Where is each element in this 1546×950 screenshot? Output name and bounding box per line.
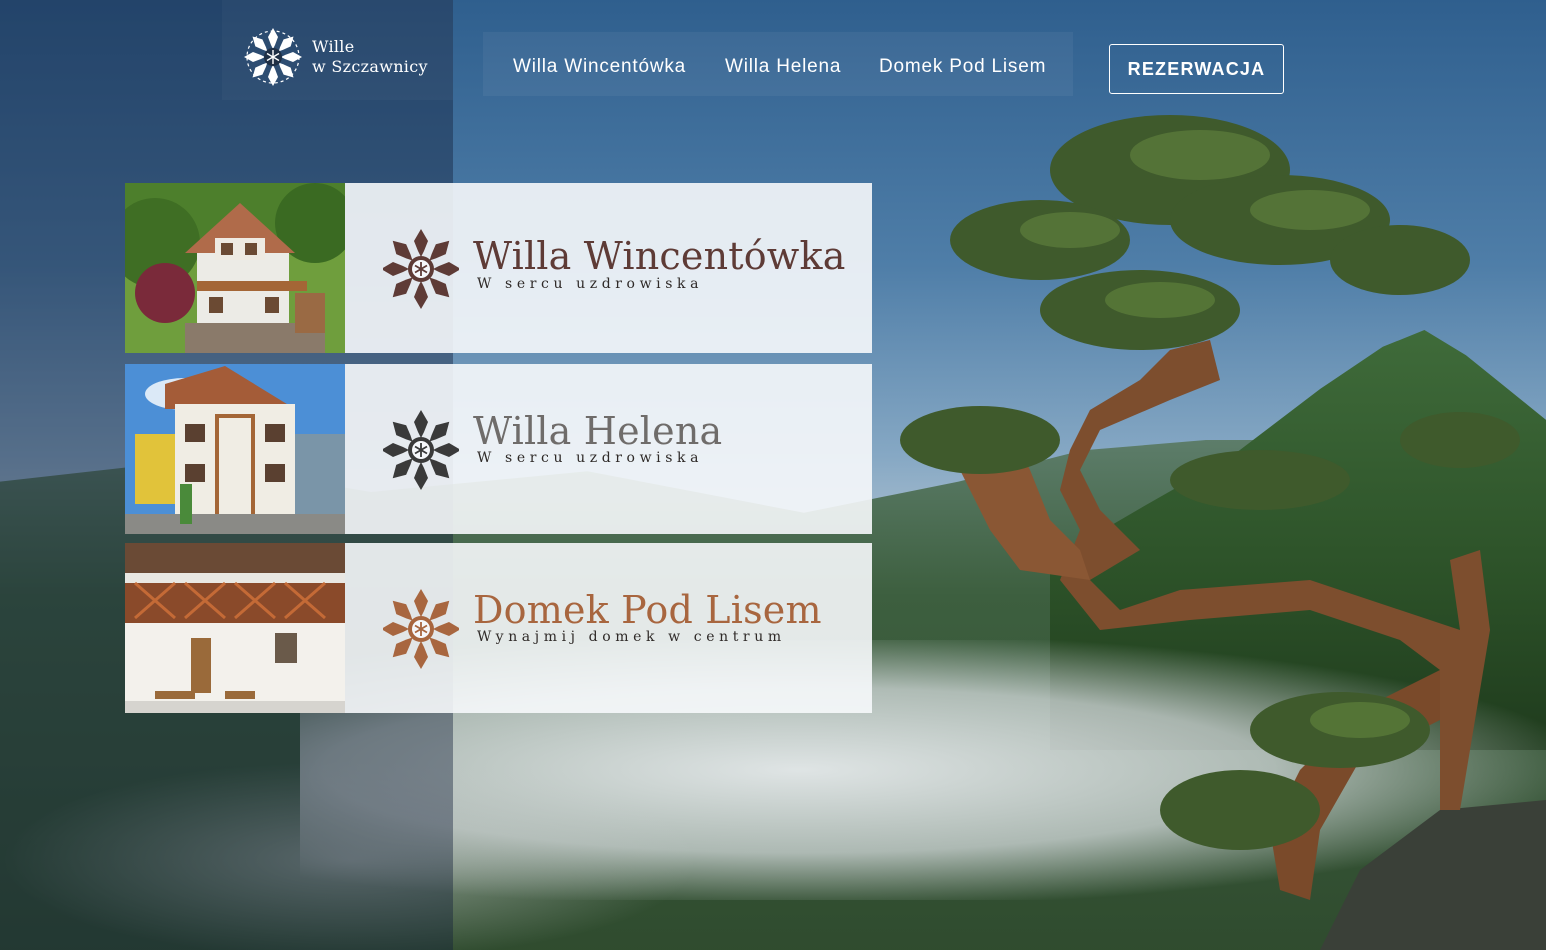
logo-line-2: w Szczawnicy: [312, 57, 428, 76]
villa-panel-wincentowka: Willa Wincentówka W sercu uzdrowiska: [345, 183, 872, 353]
reservation-button[interactable]: REZERWACJA: [1109, 44, 1284, 94]
pine-tree-illustration: [900, 115, 1546, 950]
logo-text: Wille w Szczawnicy: [312, 37, 428, 77]
villa-panel-domek-pod-lisem: Domek Pod Lisem Wynajmij domek w centrum: [345, 543, 872, 713]
villa-tagline: W sercu uzdrowiska: [477, 450, 704, 466]
villa-title: Willa Helena: [473, 409, 723, 453]
villa-photo-wincentowka: [125, 183, 345, 353]
site-logo[interactable]: Wille w Szczawnicy: [242, 24, 428, 90]
snowflake-ornament-icon: [383, 589, 459, 669]
snowflake-ornament-icon: [383, 410, 459, 490]
logo-line-1: Wille: [312, 37, 355, 56]
villa-photo-helena: [125, 364, 345, 534]
nav-link-domek-pod-lisem[interactable]: Domek Pod Lisem: [879, 56, 1046, 78]
villa-card-wincentowka[interactable]: Willa Wincentówka W sercu uzdrowiska: [125, 183, 872, 353]
snowflake-ornament-icon: [244, 28, 302, 86]
villa-card-domek-pod-lisem[interactable]: Domek Pod Lisem Wynajmij domek w centrum: [125, 543, 872, 713]
nav-link-willa-helena[interactable]: Willa Helena: [725, 56, 841, 78]
villa-card-helena[interactable]: Willa Helena W sercu uzdrowiska: [125, 364, 872, 534]
villa-title: Willa Wincentówka: [473, 234, 846, 278]
snowflake-ornament-icon: [383, 229, 459, 309]
villa-tagline: Wynajmij domek w centrum: [477, 629, 786, 645]
villa-panel-helena: Willa Helena W sercu uzdrowiska: [345, 364, 872, 534]
villa-photo-domek-pod-lisem: [125, 543, 345, 713]
villa-tagline: W sercu uzdrowiska: [477, 276, 704, 292]
villa-title: Domek Pod Lisem: [473, 588, 822, 632]
nav-link-willa-wincentowka[interactable]: Willa Wincentówka: [513, 56, 686, 78]
